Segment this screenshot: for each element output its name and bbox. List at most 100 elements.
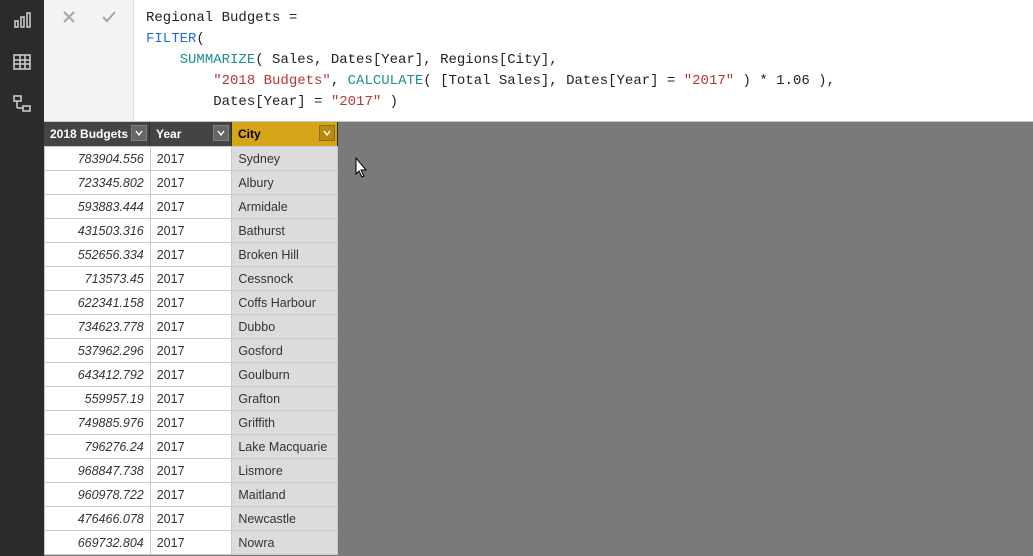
table-row[interactable]: 796276.242017Lake Macquarie — [45, 435, 338, 459]
col-header-year-label: Year — [156, 127, 181, 141]
cell-year[interactable]: 2017 — [150, 243, 232, 267]
table-row[interactable]: 537962.2962017Gosford — [45, 339, 338, 363]
cell-year[interactable]: 2017 — [150, 147, 232, 171]
table-row[interactable]: 734623.7782017Dubbo — [45, 315, 338, 339]
cell-city[interactable]: Coffs Harbour — [232, 291, 338, 315]
cell-budget[interactable]: 431503.316 — [45, 219, 151, 243]
table-row[interactable]: 559957.192017Grafton — [45, 387, 338, 411]
cell-city[interactable]: Nowra — [232, 531, 338, 555]
cell-year[interactable]: 2017 — [150, 459, 232, 483]
table-row[interactable]: 669732.8042017Nowra — [45, 531, 338, 555]
dax-l5-indent — [146, 94, 213, 110]
cell-year[interactable]: 2017 — [150, 363, 232, 387]
cell-city[interactable]: Maitland — [232, 483, 338, 507]
cell-budget[interactable]: 552656.334 — [45, 243, 151, 267]
cell-year[interactable]: 2017 — [150, 507, 232, 531]
cell-budget[interactable]: 593883.444 — [45, 195, 151, 219]
cell-city[interactable]: Lismore — [232, 459, 338, 483]
cell-budget[interactable]: 622341.158 — [45, 291, 151, 315]
table-row[interactable]: 552656.3342017Broken Hill — [45, 243, 338, 267]
cell-city[interactable]: Lake Macquarie — [232, 435, 338, 459]
table-row[interactable]: 643412.7922017Goulburn — [45, 363, 338, 387]
cell-year[interactable]: 2017 — [150, 195, 232, 219]
cell-budget[interactable]: 713573.45 — [45, 267, 151, 291]
cell-year[interactable]: 2017 — [150, 435, 232, 459]
filter-dropdown-icon[interactable] — [131, 125, 147, 141]
commit-formula-button[interactable] — [98, 6, 120, 28]
main-area: Regional Budgets = FILTER( SUMMARIZE( Sa… — [44, 0, 1033, 556]
dax-editor[interactable]: Regional Budgets = FILTER( SUMMARIZE( Sa… — [134, 0, 1033, 121]
cell-budget[interactable]: 968847.738 — [45, 459, 151, 483]
cell-year[interactable]: 2017 — [150, 387, 232, 411]
cell-city[interactable]: Sydney — [232, 147, 338, 171]
dax-l5-str: "2017" — [331, 94, 381, 110]
cell-budget[interactable]: 476466.078 — [45, 507, 151, 531]
cell-year[interactable]: 2017 — [150, 339, 232, 363]
data-grid-area: 2018 Budgets Year City — [44, 122, 1033, 556]
cell-city[interactable]: Dubbo — [232, 315, 338, 339]
dax-filter-kw: FILTER — [146, 31, 196, 47]
model-icon[interactable] — [8, 90, 36, 118]
cell-budget[interactable]: 537962.296 — [45, 339, 151, 363]
dax-l4-str2: "2017" — [684, 73, 734, 89]
table-row[interactable]: 968847.7382017Lismore — [45, 459, 338, 483]
cell-city[interactable]: Goulburn — [232, 363, 338, 387]
report-icon[interactable] — [8, 6, 36, 34]
cell-city[interactable]: Grafton — [232, 387, 338, 411]
table-row[interactable]: 749885.9762017Griffith — [45, 411, 338, 435]
cell-city[interactable]: Bathurst — [232, 219, 338, 243]
col-header-year[interactable]: Year — [150, 122, 232, 146]
table-row[interactable]: 431503.3162017Bathurst — [45, 219, 338, 243]
dax-l4-str1: "2018 Budgets" — [213, 73, 331, 89]
dax-l5-pre: Dates[Year] = — [213, 94, 331, 110]
filter-dropdown-icon[interactable] — [319, 125, 335, 141]
cell-year[interactable]: 2017 — [150, 219, 232, 243]
filter-dropdown-icon[interactable] — [213, 125, 229, 141]
table-header-row: 2018 Budgets Year City — [44, 122, 338, 146]
cell-budget[interactable]: 749885.976 — [45, 411, 151, 435]
table-row[interactable]: 593883.4442017Armidale — [45, 195, 338, 219]
cell-city[interactable]: Newcastle — [232, 507, 338, 531]
cell-year[interactable]: 2017 — [150, 483, 232, 507]
cell-city[interactable]: Gosford — [232, 339, 338, 363]
dax-l4-tail: ) * 1.06 ), — [734, 73, 835, 89]
cell-city[interactable]: Cessnock — [232, 267, 338, 291]
cell-budget[interactable]: 783904.556 — [45, 147, 151, 171]
data-table: 2018 Budgets Year City — [44, 122, 338, 555]
cancel-formula-button[interactable] — [58, 6, 80, 28]
cell-budget[interactable]: 669732.804 — [45, 531, 151, 555]
cell-budget[interactable]: 960978.722 — [45, 483, 151, 507]
pointer-cursor-icon — [351, 156, 371, 185]
cell-year[interactable]: 2017 — [150, 171, 232, 195]
cell-year[interactable]: 2017 — [150, 291, 232, 315]
col-header-city[interactable]: City — [232, 122, 338, 146]
cell-year[interactable]: 2017 — [150, 531, 232, 555]
col-header-budget-label: 2018 Budgets — [50, 127, 128, 141]
dax-eq: = — [280, 10, 297, 26]
cell-budget[interactable]: 723345.802 — [45, 171, 151, 195]
table-row[interactable]: 713573.452017Cessnock — [45, 267, 338, 291]
table-row[interactable]: 783904.5562017Sydney — [45, 147, 338, 171]
table-row[interactable]: 723345.8022017Albury — [45, 171, 338, 195]
cell-year[interactable]: 2017 — [150, 315, 232, 339]
cell-city[interactable]: Armidale — [232, 195, 338, 219]
cell-budget[interactable]: 559957.19 — [45, 387, 151, 411]
cell-budget[interactable]: 734623.778 — [45, 315, 151, 339]
table-body: 783904.5562017Sydney723345.8022017Albury… — [45, 147, 338, 555]
table-row[interactable]: 960978.7222017Maitland — [45, 483, 338, 507]
col-header-budget[interactable]: 2018 Budgets — [44, 122, 150, 146]
cell-city[interactable]: Albury — [232, 171, 338, 195]
cell-year[interactable]: 2017 — [150, 411, 232, 435]
dax-l4-indent — [146, 73, 213, 89]
cell-budget[interactable]: 796276.24 — [45, 435, 151, 459]
dax-l3-indent — [146, 52, 180, 68]
cell-year[interactable]: 2017 — [150, 267, 232, 291]
table-row[interactable]: 622341.1582017Coffs Harbour — [45, 291, 338, 315]
cell-budget[interactable]: 643412.792 — [45, 363, 151, 387]
cell-city[interactable]: Broken Hill — [232, 243, 338, 267]
col-header-city-label: City — [238, 127, 261, 141]
data-icon[interactable] — [8, 48, 36, 76]
cell-city[interactable]: Griffith — [232, 411, 338, 435]
table-row[interactable]: 476466.0782017Newcastle — [45, 507, 338, 531]
dax-open1: ( — [196, 31, 204, 47]
